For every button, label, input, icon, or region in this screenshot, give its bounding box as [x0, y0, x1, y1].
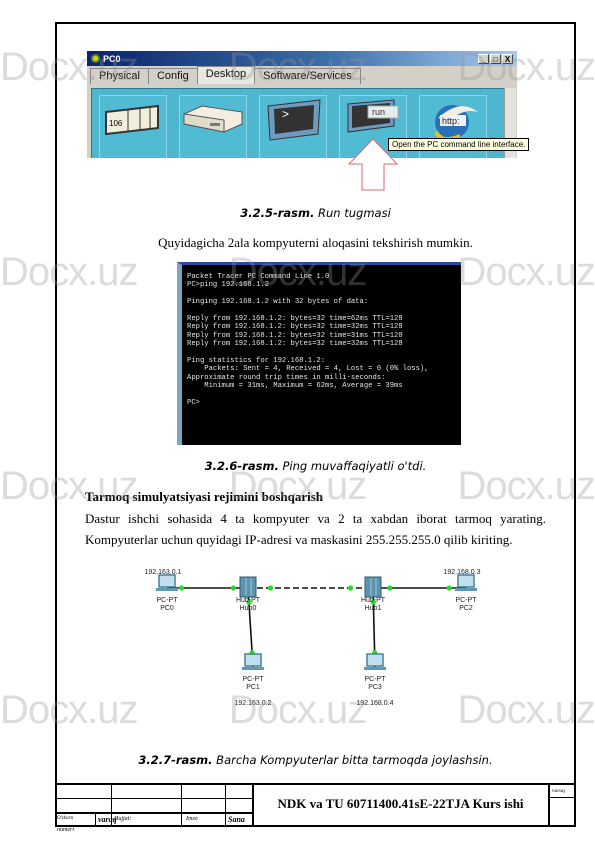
terminal-line: Packet Tracer PC Command Line 1.0 — [187, 273, 330, 281]
hub-node[interactable]: Hub-PTHub1 — [361, 576, 386, 612]
label-ozgarish: O'zbarn — [57, 816, 74, 821]
window-title-bar: PC0 _ □ X — [87, 51, 517, 66]
pc-node[interactable]: PC-PTPC0 192.163.0.1 — [145, 569, 182, 612]
pc-node[interactable]: PC-PTPC1 192.163.0.2 — [235, 653, 272, 707]
terminal-line: PC>ping 192.168.1.2 — [187, 281, 269, 290]
node-type-label: Hub-PT — [236, 597, 261, 604]
caption-text: Ping muvaffaqiyatli o'tdi. — [278, 459, 427, 473]
figure-caption-3-2-6: 3.2.6-rasm. Ping muvaffaqiyatli o'tdi. — [55, 459, 576, 473]
tab-software-services[interactable]: Software/Services — [254, 68, 361, 84]
caption-number: 3.2.7-rasm. — [138, 753, 213, 767]
node-type-label: PC-PT — [157, 597, 179, 604]
terminal-icon: > — [267, 99, 321, 141]
tile-text: 106 — [109, 119, 123, 128]
title-block: O'zbarn varaq Hujjat: Imzo Sana nomeri N… — [55, 783, 576, 833]
label-imzo: Imzo — [186, 816, 198, 822]
pc-monitor-icon — [457, 574, 475, 588]
section-heading: Tarmoq simulyatsiyasi rejimini boshqaris… — [85, 489, 324, 504]
caption-number: 3.2.6-rasm. — [204, 459, 279, 473]
node-type-label: PC-PT — [365, 676, 387, 683]
figure-caption-3-2-5: 3.2.5-rasm. Run tugmasi — [55, 206, 576, 220]
link-status-dot — [387, 585, 393, 591]
packet-tracer-logo-icon — [91, 54, 100, 63]
node-name-label: PC2 — [459, 605, 473, 612]
caption-text: Run tugmasi — [314, 206, 391, 220]
tab-desktop[interactable]: Desktop — [196, 66, 256, 84]
paragraph-task: Dastur ishchi sohasida 4 ta kompyuter va… — [85, 511, 546, 547]
command-line-tooltip: Open the PC command line interface. — [388, 138, 530, 151]
tile-text: http: — [442, 116, 460, 126]
hub-icon — [239, 576, 257, 598]
tab-bar: Physical Config Desktop Software/Service… — [87, 66, 517, 84]
link-status-dot — [347, 585, 354, 591]
document-title: NDK va TU 60711400.41sE-22TJA Kurs ishi — [277, 796, 524, 811]
pc-keyboard-icon — [455, 588, 477, 591]
link-status-dot — [267, 585, 274, 591]
paragraph-ping-intro: Quyidagicha 2ala kompyuterni aloqasini t… — [158, 235, 473, 250]
close-button[interactable]: X — [502, 53, 513, 64]
node-type-label: Hub-PT — [361, 597, 386, 604]
label-varaq-right: varaq — [552, 788, 565, 794]
pc-node[interactable]: PC-PTPC3 192.168.0.4 — [357, 653, 394, 707]
node-ip-label: 192.168.0.4 — [357, 700, 394, 707]
node-ip-label: 192.163.0.1 — [145, 569, 182, 576]
node-name-label: PC0 — [160, 605, 174, 612]
node-ip-label: 192.168.0.3 — [444, 569, 481, 576]
ip-configuration-tile[interactable]: 106 — [99, 95, 167, 158]
hub-icon — [364, 576, 382, 598]
caption-text: Barcha Kompyuterlar bitta tarmoqda joyla… — [212, 753, 493, 767]
node-name-label: Hub1 — [365, 605, 382, 612]
window-title: PC0 — [103, 53, 121, 64]
label-nomeri: nomeri — [57, 827, 74, 833]
node-name-label: PC1 — [246, 684, 260, 691]
dial-up-tile[interactable] — [179, 95, 247, 158]
terminal-line: Packets: Sent = 4, Received = 4, Lost = … — [187, 365, 429, 374]
node-name-label: Hub0 — [240, 605, 257, 612]
terminal-line: Minimum = 31ms, Maximum = 62ms, Average … — [187, 382, 403, 391]
terminal-line: Reply from 192.168.1.2: bytes=32 time=32… — [187, 323, 403, 332]
tile-text: > — [282, 107, 289, 121]
terminal-line: PC> — [187, 399, 200, 408]
tab-config[interactable]: Config — [147, 68, 198, 84]
pc-keyboard-icon — [156, 588, 178, 591]
pc-keyboard-icon — [364, 667, 386, 670]
ip-configuration-icon: 106 — [105, 104, 159, 136]
pc-monitor-icon — [366, 653, 384, 667]
pc-monitor-icon — [244, 653, 262, 667]
dial-up-icon — [183, 105, 243, 133]
node-type-label: PC-PT — [243, 676, 265, 683]
pc-keyboard-icon — [242, 667, 264, 670]
tile-text: run — [372, 107, 385, 117]
terminal-line: Ping statistics for 192.168.1.2: — [187, 357, 326, 366]
terminal-line: Reply from 192.168.1.2: bytes=32 time=31… — [187, 331, 403, 340]
terminal-tile[interactable]: > — [259, 95, 327, 158]
link-status-dot — [230, 585, 237, 591]
label-sana: Sana — [228, 815, 245, 824]
terminal-line: Reply from 192.168.1.2: bytes=32 time=62… — [187, 315, 403, 324]
link-status-dot — [446, 585, 452, 591]
caption-number: 3.2.5-rasm. — [240, 206, 315, 220]
minimize-button[interactable]: _ — [478, 53, 489, 64]
terminal-line: Pinging 192.168.1.2 with 32 bytes of dat… — [187, 298, 369, 307]
command-line-output: Packet Tracer PC Command Line 1.0 PC>ping… — [177, 262, 461, 445]
link-status-dot — [178, 585, 185, 591]
maximize-button[interactable]: □ — [490, 53, 501, 64]
node-name-label: PC3 — [368, 684, 382, 691]
node-ip-label: 192.163.0.2 — [235, 700, 272, 707]
label-hujjat: Hujjat: — [114, 816, 132, 822]
figure-caption-3-2-7: 3.2.7-rasm. Barcha Kompyuterlar bitta ta… — [55, 753, 576, 767]
network-topology-diagram: PC-PTPC0192.163.0.1Hub-PTHub0Hub-PTHub1P… — [145, 569, 481, 707]
terminal-line: Approximate round trip times in milli-se… — [187, 373, 386, 382]
terminal-line: Reply from 192.168.1.2: bytes=32 time=32… — [187, 340, 403, 349]
node-type-label: PC-PT — [456, 597, 478, 604]
hub-node[interactable]: Hub-PTHub0 — [236, 576, 261, 612]
pc-monitor-icon — [158, 574, 176, 588]
tab-physical[interactable]: Physical — [90, 68, 149, 84]
